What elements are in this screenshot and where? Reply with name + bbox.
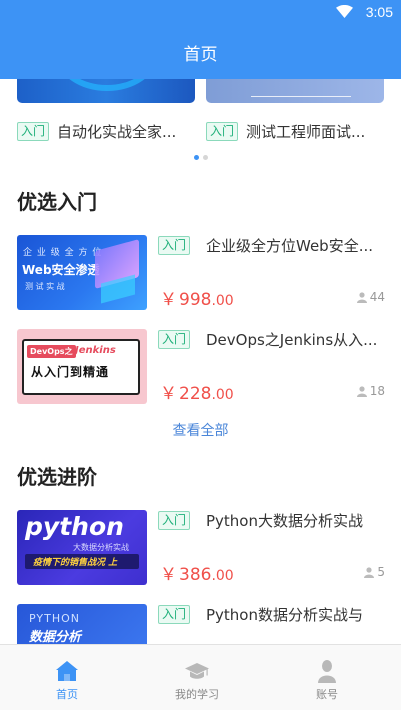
nav-item-home[interactable]: 首页 <box>0 645 134 710</box>
thumb-text: 从入门到精通 <box>31 365 110 379</box>
carousel-slide-caption[interactable]: 入门 测试工程师面试... <box>206 121 365 142</box>
carousel-pagination <box>0 155 401 160</box>
carousel-slide-caption[interactable]: 入门 自动化实战全家... <box>17 121 176 142</box>
nav-label: 我的学习 <box>175 688 219 701</box>
thumb-text: Web安全渗透 <box>22 263 100 277</box>
carousel-slide-image[interactable] <box>206 79 384 103</box>
carousel-slide-title: 测试工程师面试... <box>246 123 366 141</box>
learner-count: 18 <box>356 384 385 398</box>
course-card[interactable]: 企 业 级 全 方 位 Web安全渗透 测 试 实 战 入门 企业级全方位Web… <box>17 235 387 313</box>
person-icon <box>356 291 367 303</box>
carousel-slide-title: 自动化实战全家... <box>57 123 177 141</box>
level-badge: 入门 <box>17 122 50 141</box>
graduation-cap-icon <box>185 663 209 679</box>
thumb-text: python <box>25 512 124 541</box>
page-title: 首页 <box>183 45 218 65</box>
home-icon <box>56 661 78 681</box>
banner-carousel[interactable]: 入门 自动化实战全家... 入门 测试工程师面试... <box>0 79 401 169</box>
nav-label: 首页 <box>56 688 78 701</box>
thumb-text: 测 试 实 战 <box>25 282 65 291</box>
course-title[interactable]: DevOps之Jenkins从入... <box>206 329 377 350</box>
thumb-text: Jenkins <box>75 345 116 356</box>
course-title[interactable]: Python大数据分析实战 <box>206 510 363 531</box>
learner-count: 5 <box>364 565 385 579</box>
nav-item-my-learning[interactable]: 我的学习 <box>130 645 264 710</box>
level-badge: 入门 <box>206 122 239 141</box>
course-title[interactable]: 企业级全方位Web安全... <box>206 235 373 256</box>
thumb-text: PYTHON <box>29 612 80 625</box>
carousel-slide-image[interactable] <box>17 79 195 103</box>
status-time: 3:05 <box>365 4 393 20</box>
nav-label: 账号 <box>316 688 338 701</box>
course-price: ￥ 386.00 <box>160 565 234 585</box>
course-thumbnail[interactable]: PYTHON 数据分析 <box>17 604 147 644</box>
level-badge: 入门 <box>158 236 191 255</box>
learner-count: 44 <box>356 290 385 304</box>
wifi-icon <box>336 5 353 18</box>
course-title[interactable]: Python数据分析实战与 <box>206 604 363 625</box>
carousel-dot[interactable] <box>202 155 208 160</box>
course-thumbnail[interactable]: 企 业 级 全 方 位 Web安全渗透 测 试 实 战 <box>17 235 147 310</box>
thumb-text: 企 业 级 全 方 位 <box>23 248 103 258</box>
thumb-text: 疫情下的销售战况 上 <box>33 558 118 568</box>
level-badge: 入门 <box>158 511 191 530</box>
person-icon <box>356 385 367 397</box>
thumb-text: 大数据分析实战 <box>73 543 129 552</box>
course-card[interactable]: PYTHON 数据分析 入门 Python数据分析实战与 <box>17 604 387 644</box>
section-title-advanced: 优选进阶 <box>17 465 97 489</box>
view-all-link[interactable]: 查看全部 <box>0 420 401 440</box>
bottom-nav: 首页 我的学习 账号 <box>0 644 401 710</box>
level-badge: 入门 <box>158 605 191 624</box>
course-price: ￥ 998.00 <box>160 290 234 310</box>
section-title-beginner: 优选入门 <box>17 190 97 214</box>
course-card[interactable]: python 大数据分析实战 疫情下的销售战况 上 入门 Python大数据分析… <box>17 510 387 588</box>
app-header: 首页 <box>0 24 401 79</box>
carousel-dot-active[interactable] <box>193 155 199 160</box>
person-icon <box>364 566 375 578</box>
course-thumbnail[interactable]: python 大数据分析实战 疫情下的销售战况 上 <box>17 510 147 585</box>
nav-item-account[interactable]: 账号 <box>260 645 394 710</box>
user-icon <box>318 660 336 683</box>
thumb-text: DevOps之 <box>27 345 76 358</box>
level-badge: 入门 <box>158 330 191 349</box>
status-bar: 3:05 <box>0 0 401 24</box>
course-card[interactable]: DevOps之 Jenkins 从入门到精通 入门 DevOps之Jenkins… <box>17 329 387 407</box>
course-thumbnail[interactable]: DevOps之 Jenkins 从入门到精通 <box>17 329 147 404</box>
thumb-text: 数据分析 <box>29 630 82 644</box>
course-price: ￥ 228.00 <box>160 384 234 404</box>
